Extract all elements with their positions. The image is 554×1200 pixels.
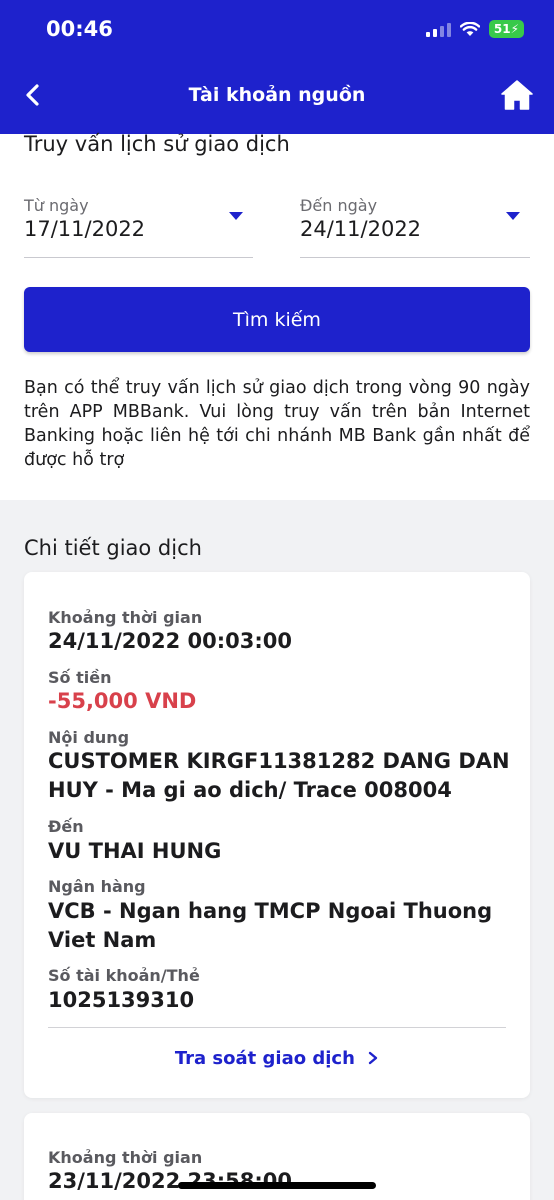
to-date-label: Đến ngày (300, 196, 378, 215)
trace-transaction-label: Tra soát giao dịch (174, 1048, 355, 1069)
time-label: Khoảng thời gian (48, 608, 203, 627)
battery-level: 51 (493, 22, 511, 36)
content-value: CUSTOMER KIRGF11381282 DANG DAN HUY - Ma… (48, 749, 510, 802)
recipient-value: VU THAI HUNG (48, 839, 222, 863)
from-date-field[interactable]: Từ ngày 17/11/2022 (24, 196, 253, 258)
status-time: 00:46 (46, 17, 113, 41)
query-notice: Bạn có thể truy vấn lịch sử giao dịch tr… (24, 378, 530, 470)
wifi-icon (459, 21, 480, 36)
caret-down-icon (506, 212, 520, 220)
content-label: Nội dung (48, 728, 130, 747)
trace-transaction-link[interactable]: Tra soát giao dịch (24, 1048, 530, 1069)
time-label: Khoảng thời gian (48, 1148, 203, 1167)
account-label: Số tài khoản/Thẻ (48, 966, 200, 985)
home-indicator (178, 1182, 376, 1189)
battery-icon: 51⚡ (488, 20, 524, 38)
home-button[interactable] (500, 78, 534, 112)
divider (48, 1027, 506, 1028)
query-title: Truy vấn lịch sử giao dịch (24, 132, 290, 156)
bank-label: Ngân hàng (48, 877, 146, 896)
transaction-card[interactable]: Khoảng thời gian 24/11/2022 00:03:00 Số … (24, 572, 530, 1098)
recipient-label: Đến (48, 817, 84, 836)
bank-value: VCB - Ngan hang TMCP Ngoai Thuong Viet N… (48, 899, 493, 952)
amount-label: Số tiền (48, 668, 112, 687)
from-date-label: Từ ngày (24, 196, 89, 215)
from-date-value: 17/11/2022 (24, 217, 146, 241)
account-value: 1025139310 (48, 988, 195, 1012)
details-title: Chi tiết giao dịch (24, 536, 202, 560)
to-date-field[interactable]: Đến ngày 24/11/2022 (300, 196, 530, 258)
amount-value: -55,000 VND (48, 689, 197, 713)
home-icon (501, 80, 533, 110)
caret-down-icon (229, 212, 243, 220)
page-title: Tài khoản nguồn (188, 84, 366, 106)
cellular-signal-icon (425, 21, 451, 37)
time-value: 24/11/2022 00:03:00 (48, 629, 293, 653)
chevron-right-icon (368, 1051, 378, 1065)
status-icons: 51⚡ (425, 20, 524, 38)
search-button[interactable]: Tìm kiếm (24, 287, 530, 352)
app-header: 00:46 51⚡ Tài khoản nguồn (0, 0, 554, 134)
to-date-value: 24/11/2022 (300, 217, 422, 241)
